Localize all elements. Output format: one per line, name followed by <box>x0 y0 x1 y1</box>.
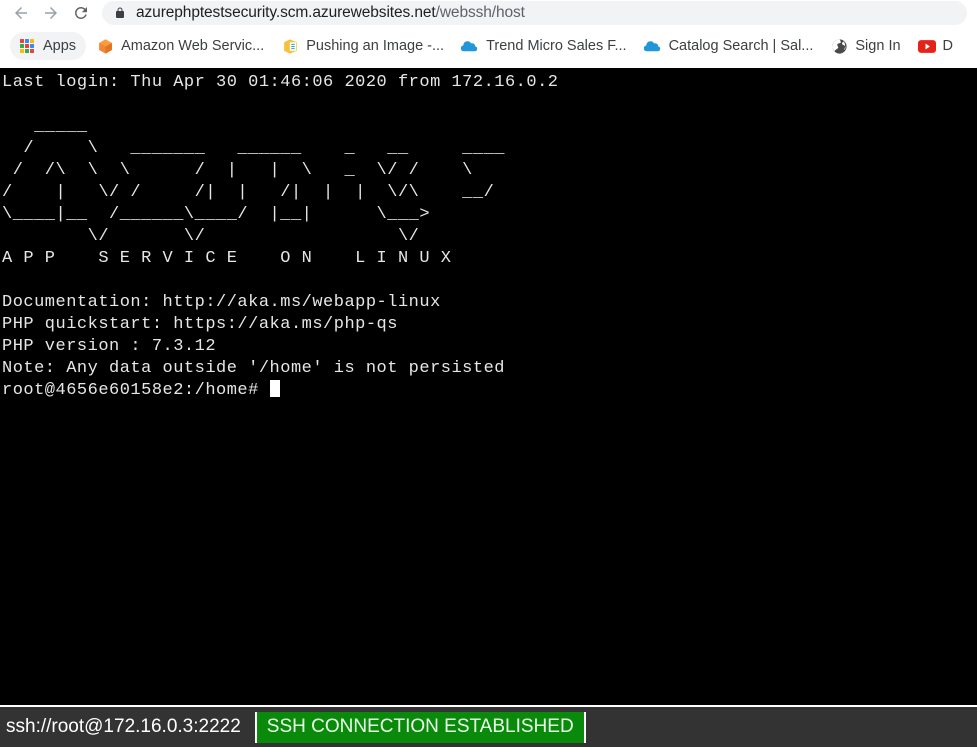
bookmark-trend-micro-sales[interactable]: Trend Micro Sales F... <box>454 32 633 60</box>
connection-status-badge: SSH CONNECTION ESTABLISHED <box>254 711 586 743</box>
bookmark-label: Sign In <box>855 38 901 54</box>
forward-arrow-icon <box>45 7 57 19</box>
status-bar: ssh://root@172.16.0.3:2222 SSH CONNECTIO… <box>0 705 977 747</box>
globe-icon <box>830 37 848 55</box>
browser-chrome: azurephptestsecurity.scm.azurewebsites.n… <box>0 0 977 68</box>
bookmark-amazon-web-services[interactable]: Amazon Web Servic... <box>89 32 271 60</box>
url-text: azurephptestsecurity.scm.azurewebsites.n… <box>136 4 525 22</box>
back-arrow-icon <box>15 7 27 19</box>
shell-prompt: root@4656e60158e2:/home# <box>2 381 270 400</box>
bookmark-youtube[interactable]: D <box>911 32 960 60</box>
bookmark-catalog-search[interactable]: Catalog Search | Sal... <box>637 32 821 60</box>
aws-cube-icon <box>96 37 114 55</box>
bookmark-label: Trend Micro Sales F... <box>486 38 627 54</box>
back-button[interactable] <box>6 1 36 25</box>
address-bar[interactable]: azurephptestsecurity.scm.azurewebsites.n… <box>102 1 967 25</box>
bookmark-label: Amazon Web Servic... <box>121 38 265 54</box>
bookmark-sign-in[interactable]: Sign In <box>823 32 907 60</box>
forward-button[interactable] <box>36 1 66 25</box>
terminal-pane[interactable]: Last login: Thu Apr 30 01:46:06 2020 fro… <box>0 68 977 705</box>
youtube-icon <box>917 37 936 55</box>
bookmark-pushing-an-image[interactable]: Pushing an Image -... <box>274 32 451 60</box>
bookmark-label: D <box>942 38 954 54</box>
bookmark-label: Catalog Search | Sal... <box>668 38 814 54</box>
reload-icon <box>74 6 87 19</box>
url-host: azurephptestsecurity.scm.azurewebsites.n… <box>136 4 436 21</box>
terminal-cursor <box>269 380 280 397</box>
bookmark-label: Apps <box>43 38 77 54</box>
bookmark-apps[interactable]: Apps <box>10 32 87 60</box>
apps-grid-icon <box>18 37 36 55</box>
ssh-endpoint-label: ssh://root@172.16.0.3:2222 <box>6 716 241 737</box>
bookmarks-bar: Apps Amazon Web Servic... Pushing an Ima… <box>0 26 977 66</box>
lock-icon <box>114 6 126 20</box>
bookmark-label: Pushing an Image -... <box>306 38 445 54</box>
terminal-output: Last login: Thu Apr 30 01:46:06 2020 fro… <box>2 73 559 400</box>
docs-box-icon <box>281 37 299 55</box>
cloud-icon <box>643 37 662 55</box>
cloud-icon <box>461 37 479 55</box>
reload-button[interactable] <box>66 1 96 25</box>
browser-toolbar: azurephptestsecurity.scm.azurewebsites.n… <box>0 0 977 26</box>
url-path: /webssh/host <box>435 4 525 21</box>
